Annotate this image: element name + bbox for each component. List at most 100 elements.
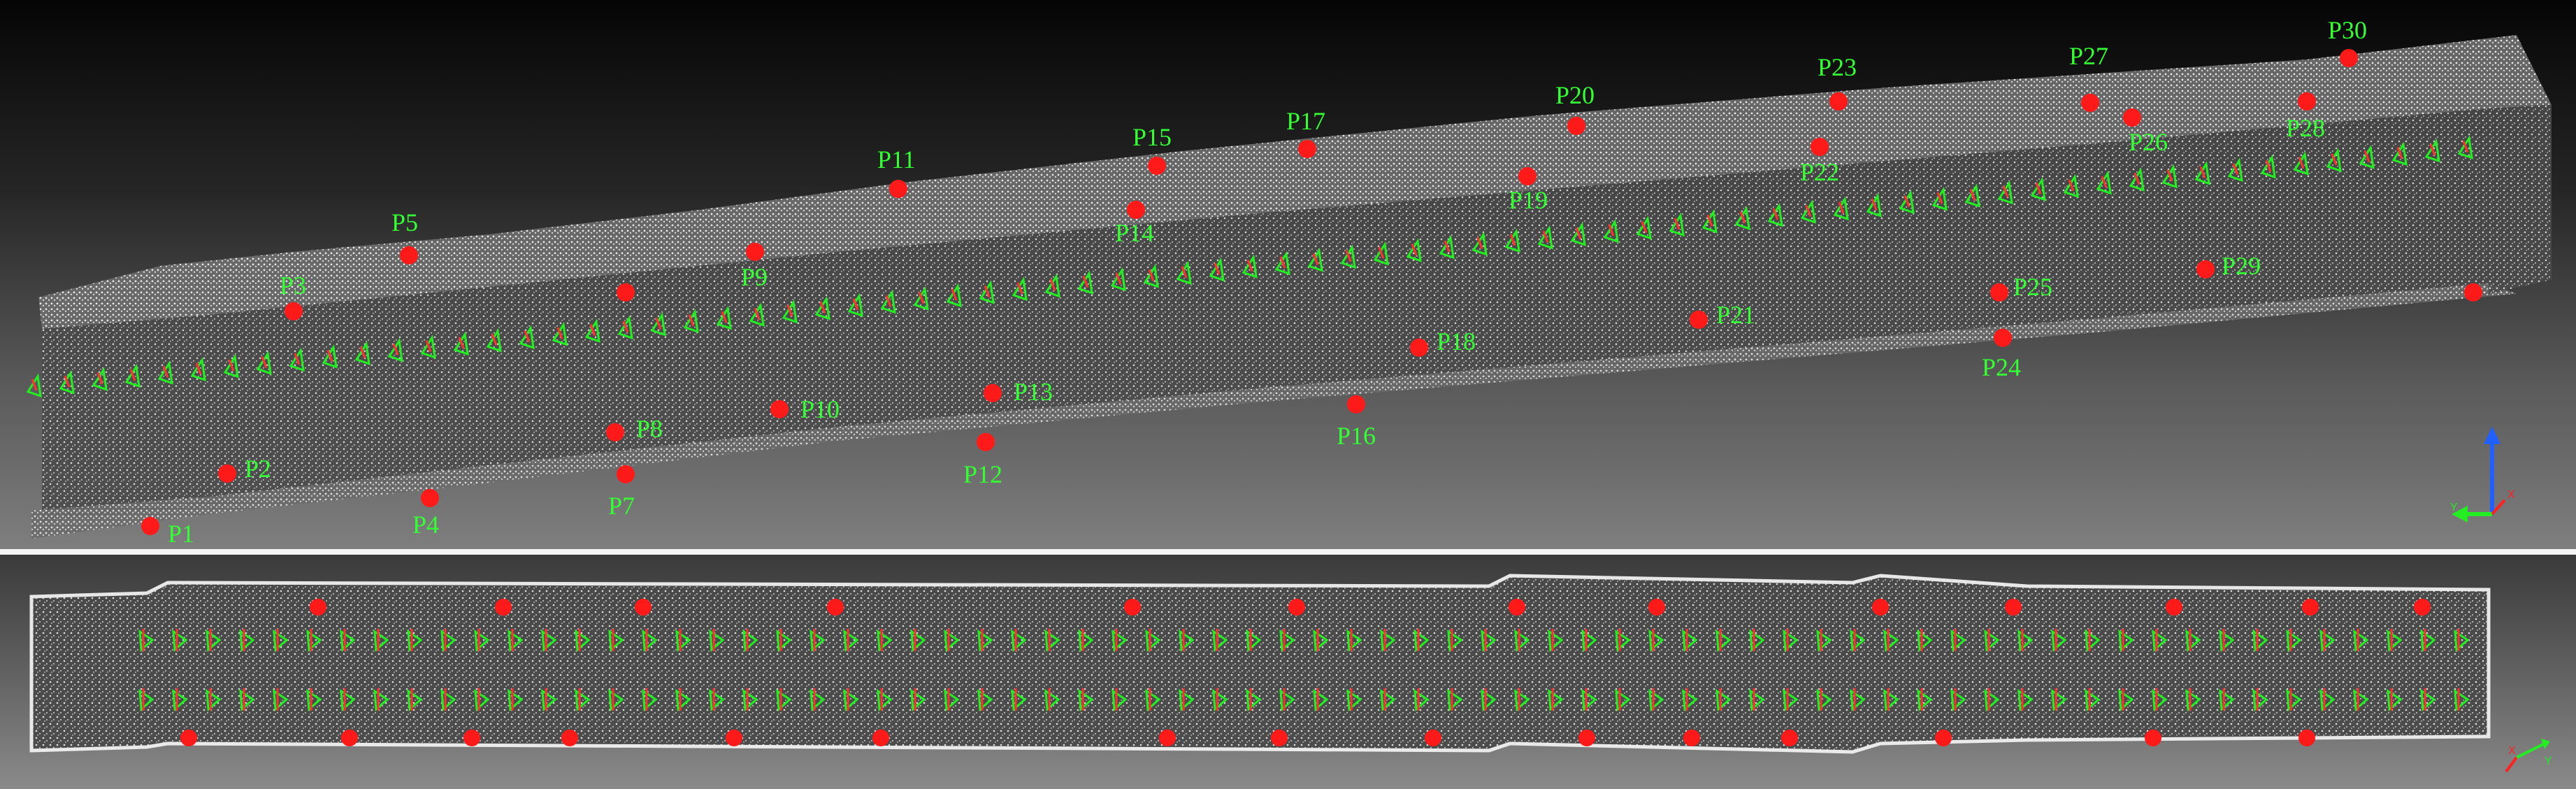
plan-target-marker[interactable]	[1935, 730, 1952, 746]
plan-target-marker[interactable]	[310, 599, 326, 616]
target-marker-p7[interactable]	[617, 465, 635, 483]
plan-target-marker[interactable]	[1509, 599, 1525, 616]
target-marker-p18[interactable]	[1410, 339, 1428, 357]
target-marker-p27[interactable]	[2081, 94, 2099, 112]
plan-target-marker[interactable]	[1124, 599, 1141, 616]
target-marker-p28[interactable]	[2298, 92, 2316, 111]
perspective-point-cloud-canvas[interactable]: P1 P2 P3 P4 P5 P7 P8 P9 P10 P11 P12 P13 P14 P15 P16 P17…	[0, 0, 2576, 549]
plan-target-marker[interactable]	[1648, 599, 1665, 616]
plan-axis-x-label: X	[2508, 745, 2516, 757]
target-marker-p17[interactable]	[1298, 140, 1316, 158]
plan-target-marker[interactable]	[341, 730, 358, 746]
point-label-p14: P14	[1115, 219, 1154, 247]
plan-target-marker[interactable]	[463, 730, 480, 746]
xy-axis-triad-icon: Y X	[2505, 739, 2552, 773]
target-marker-p23[interactable]	[1829, 92, 1848, 111]
target-marker-p25[interactable]	[1990, 283, 2008, 301]
point-label-p19: P19	[1509, 186, 1548, 214]
target-marker-p20[interactable]	[1567, 117, 1585, 135]
plan-target-marker[interactable]	[1578, 730, 1595, 746]
point-label-p20: P20	[1555, 81, 1595, 109]
plan-target-marker[interactable]	[1271, 730, 1288, 746]
plan-target-marker[interactable]	[2302, 599, 2319, 616]
plan-target-marker[interactable]	[827, 599, 844, 616]
point-label-p2: P2	[245, 455, 271, 483]
target-marker-p2[interactable]	[218, 464, 236, 483]
point-label-p29: P29	[2222, 252, 2261, 280]
view-divider	[0, 549, 2576, 555]
point-label-p4: P4	[412, 511, 439, 539]
plan-point-cloud-canvas[interactable]	[0, 555, 2576, 789]
target-marker-end[interactable]	[2464, 283, 2482, 301]
point-label-p17: P17	[1286, 107, 1325, 135]
target-marker-p10[interactable]	[770, 400, 789, 418]
point-label-p21: P21	[1716, 301, 1755, 329]
plan-target-marker[interactable]	[872, 730, 889, 746]
plan-target-marker[interactable]	[495, 599, 512, 616]
point-label-p16: P16	[1337, 422, 1376, 450]
xyz-axis-triad-icon: X Y	[2450, 427, 2515, 523]
point-label-p13: P13	[1014, 378, 1053, 406]
point-label-p15: P15	[1132, 123, 1172, 151]
target-marker-p1[interactable]	[141, 517, 159, 535]
plan-target-marker[interactable]	[726, 730, 742, 746]
plan-target-marker[interactable]	[180, 730, 197, 746]
beam-end-face	[2489, 105, 2552, 294]
point-label-p23: P23	[1818, 53, 1857, 81]
point-label-p9: P9	[741, 263, 768, 291]
axis-x-label: X	[2507, 489, 2515, 501]
target-marker-p24[interactable]	[1994, 329, 2012, 347]
plan-axis-y-label: Y	[2545, 755, 2552, 767]
plan-target-marker[interactable]	[2298, 730, 2315, 746]
target-marker-p30[interactable]	[2340, 49, 2358, 67]
point-label-p7: P7	[608, 492, 635, 520]
target-marker-p15[interactable]	[1148, 157, 1166, 175]
perspective-view-panel[interactable]: P1 P2 P3 P4 P5 P7 P8 P9 P10 P11 P12 P13 P14 P15 P16 P17…	[0, 0, 2576, 549]
plan-target-marker[interactable]	[2005, 599, 2022, 616]
point-label-p30: P30	[2328, 16, 2367, 44]
beam-plan-outline	[29, 574, 2491, 754]
point-label-p25: P25	[2013, 273, 2052, 301]
plan-target-marker[interactable]	[2414, 599, 2431, 616]
target-marker-p16[interactable]	[1347, 395, 1365, 413]
plan-target-marker[interactable]	[2166, 599, 2182, 616]
point-label-p22: P22	[1800, 158, 1839, 186]
target-marker-p5[interactable]	[400, 246, 418, 264]
target-marker-p3[interactable]	[285, 302, 303, 320]
target-marker-p12[interactable]	[977, 433, 995, 451]
target-marker-p4[interactable]	[421, 489, 439, 507]
target-marker-p9[interactable]	[746, 243, 764, 261]
plan-target-marker[interactable]	[1683, 730, 1700, 746]
point-label-p11: P11	[877, 145, 916, 173]
plan-target-marker[interactable]	[2145, 730, 2161, 746]
target-marker-p6[interactable]	[617, 283, 635, 301]
point-label-p26: P26	[2129, 128, 2168, 156]
target-marker-p19[interactable]	[1518, 167, 1537, 185]
point-label-p18: P18	[1437, 327, 1476, 355]
point-label-p12: P12	[963, 460, 1002, 488]
point-label-p1: P1	[168, 520, 194, 548]
target-marker-p8[interactable]	[606, 423, 624, 441]
target-marker-p11[interactable]	[889, 180, 907, 198]
plan-view-panel[interactable]: Y X	[0, 555, 2576, 789]
point-label-p10: P10	[800, 395, 840, 423]
target-marker-p21[interactable]	[1690, 311, 1708, 329]
plan-target-marker[interactable]	[635, 599, 652, 616]
point-label-p28: P28	[2286, 114, 2325, 142]
plan-target-marker[interactable]	[1872, 599, 1889, 616]
plan-target-marker[interactable]	[1159, 730, 1176, 746]
target-marker-p14[interactable]	[1127, 201, 1145, 219]
point-label-p8: P8	[636, 415, 663, 443]
plan-target-marker[interactable]	[561, 730, 578, 746]
target-marker-p22[interactable]	[1811, 138, 1829, 156]
point-label-p27: P27	[2069, 42, 2108, 70]
axis-y-label: Y	[2450, 502, 2458, 513]
plan-target-marker[interactable]	[1425, 730, 1441, 746]
plan-target-marker[interactable]	[1288, 599, 1305, 616]
point-label-p24: P24	[1982, 353, 2021, 381]
plan-target-marker[interactable]	[1781, 730, 1798, 746]
target-marker-p13[interactable]	[984, 384, 1002, 402]
target-marker-p26[interactable]	[2123, 108, 2141, 127]
target-marker-p29[interactable]	[2196, 260, 2215, 278]
point-label-p5: P5	[391, 208, 418, 236]
